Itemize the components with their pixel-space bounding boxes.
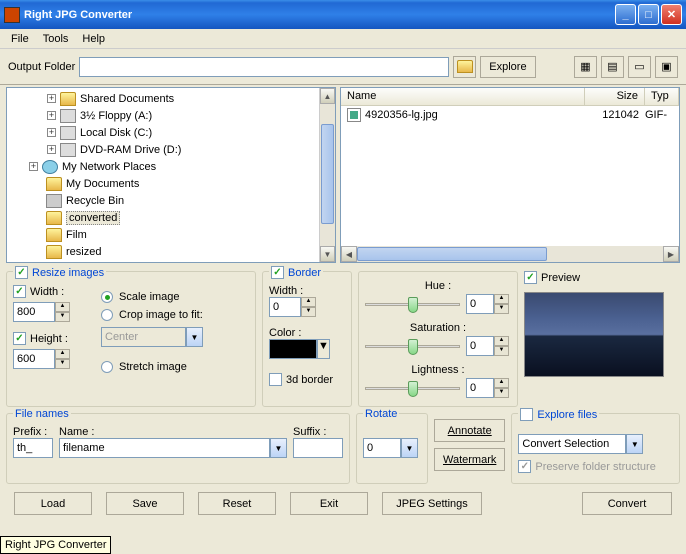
- saturation-value[interactable]: ▲▼: [466, 336, 509, 356]
- border-width-input[interactable]: ▲▼: [269, 297, 345, 317]
- tree-scrollbar[interactable]: ▲ ▼: [319, 88, 335, 262]
- tooltip: Right JPG Converter: [0, 536, 111, 554]
- net-icon: [42, 160, 58, 174]
- filenames-group: File names Prefix : Name :▼ Suffix :: [6, 413, 350, 484]
- list-header: Name Size Typ: [341, 88, 679, 106]
- col-size[interactable]: Size: [585, 88, 645, 105]
- drive-icon: [60, 143, 76, 157]
- exit-button[interactable]: Exit: [290, 492, 368, 515]
- view-mode-4[interactable]: ▣: [655, 56, 678, 78]
- app-icon: [4, 7, 20, 23]
- watermark-button[interactable]: Watermark: [434, 448, 505, 471]
- file-type: GIF-: [639, 109, 673, 121]
- height-checkbox[interactable]: ✓: [13, 332, 26, 345]
- tree-item[interactable]: +TRADOS.Freelance.v7.1-SHOCK: [7, 260, 319, 262]
- image-file-icon: [347, 108, 361, 122]
- list-row[interactable]: 4920356-lg.jpg 121042 GIF-: [341, 106, 679, 124]
- 3d-border-checkbox[interactable]: [269, 373, 282, 386]
- browse-folder-button[interactable]: [453, 56, 476, 78]
- preserve-structure-checkbox: ✓: [518, 460, 531, 473]
- load-button[interactable]: Load: [14, 492, 92, 515]
- col-type[interactable]: Typ: [645, 88, 679, 105]
- folder-icon: [46, 245, 62, 259]
- resize-checkbox[interactable]: ✓: [15, 266, 28, 279]
- title-bar: Right JPG Converter _ □ ✕: [0, 0, 686, 29]
- menu-help[interactable]: Help: [75, 31, 112, 47]
- width-input[interactable]: ▲▼: [13, 302, 93, 322]
- folder-icon: [46, 228, 62, 242]
- tree-item[interactable]: +Shared Documents: [7, 90, 319, 107]
- toolbar: Output Folder Explore ▦ ▤ ▭ ▣: [0, 49, 686, 85]
- folder-icon: [46, 177, 62, 191]
- tree-item[interactable]: resized: [7, 243, 319, 260]
- bottom-bar: Load Save Reset Exit JPEG Settings Conve…: [0, 484, 686, 523]
- suffix-input[interactable]: [293, 438, 343, 458]
- crop-radio[interactable]: Crop image to fit:: [101, 309, 203, 321]
- border-group: ✓Border Width : ▲▼ Color : ▼ 3d border: [262, 271, 352, 407]
- tree-item[interactable]: +DVD-RAM Drive (D:): [7, 141, 319, 158]
- explore-files-checkbox[interactable]: [520, 408, 533, 421]
- col-name[interactable]: Name: [341, 88, 585, 105]
- preview-checkbox[interactable]: ✓: [524, 271, 537, 284]
- convert-button[interactable]: Convert: [582, 492, 672, 515]
- tree-item[interactable]: Film: [7, 226, 319, 243]
- prefix-input[interactable]: [13, 438, 53, 458]
- name-combo[interactable]: ▼: [59, 438, 287, 458]
- explore-button[interactable]: Explore: [480, 56, 535, 78]
- menu-file[interactable]: File: [4, 31, 36, 47]
- tree-item[interactable]: My Documents: [7, 175, 319, 192]
- height-input[interactable]: ▲▼: [13, 349, 93, 369]
- window-title: Right JPG Converter: [24, 9, 615, 21]
- view-mode-1[interactable]: ▦: [574, 56, 597, 78]
- drive-icon: [60, 126, 76, 140]
- output-folder-label: Output Folder: [8, 61, 75, 73]
- tree-item[interactable]: +3½ Floppy (A:): [7, 107, 319, 124]
- file-name: 4920356-lg.jpg: [365, 109, 579, 121]
- lightness-value[interactable]: ▲▼: [466, 378, 509, 398]
- folder-icon: [60, 92, 76, 106]
- annotate-button[interactable]: Annotate: [434, 419, 505, 442]
- hue-slider[interactable]: [365, 294, 460, 314]
- preview-group: ✓Preview: [524, 271, 680, 407]
- rotate-group: Rotate ▼: [356, 413, 428, 484]
- save-button[interactable]: Save: [106, 492, 184, 515]
- explore-files-group: Explore files ▼ ✓Preserve folder structu…: [511, 413, 680, 484]
- reset-button[interactable]: Reset: [198, 492, 276, 515]
- border-color-picker[interactable]: ▼: [269, 339, 345, 359]
- minimize-button[interactable]: _: [615, 4, 636, 25]
- view-mode-2[interactable]: ▤: [601, 56, 624, 78]
- tree-item[interactable]: converted: [7, 209, 319, 226]
- width-checkbox[interactable]: ✓: [13, 285, 26, 298]
- tree-item[interactable]: +My Network Places: [7, 158, 319, 175]
- border-checkbox[interactable]: ✓: [271, 266, 284, 279]
- menu-bar: File Tools Help: [0, 29, 686, 49]
- stretch-radio[interactable]: Stretch image: [101, 361, 203, 373]
- menu-tools[interactable]: Tools: [36, 31, 76, 47]
- file-size: 121042: [579, 109, 639, 121]
- preview-image: [524, 292, 664, 377]
- rotate-combo[interactable]: ▼: [363, 438, 421, 458]
- tree-item[interactable]: +Local Disk (C:): [7, 124, 319, 141]
- folder-icon: [42, 262, 58, 263]
- drive-icon: [60, 109, 76, 123]
- tree-item[interactable]: Recycle Bin: [7, 192, 319, 209]
- maximize-button[interactable]: □: [638, 4, 659, 25]
- scale-radio[interactable]: Scale image: [101, 291, 203, 303]
- folder-tree[interactable]: +Shared Documents+3½ Floppy (A:)+Local D…: [6, 87, 336, 263]
- adjust-group: Hue : ▲▼ Saturation : ▲▼ Lightness : ▲▼: [358, 271, 518, 407]
- lightness-slider[interactable]: [365, 378, 460, 398]
- saturation-slider[interactable]: [365, 336, 460, 356]
- view-mode-3[interactable]: ▭: [628, 56, 651, 78]
- output-folder-input[interactable]: [79, 57, 449, 77]
- crop-anchor-combo: ▼: [101, 327, 203, 347]
- list-scrollbar-h[interactable]: ◀ ▶: [341, 246, 679, 262]
- bin-icon: [46, 194, 62, 208]
- file-list[interactable]: Name Size Typ 4920356-lg.jpg 121042 GIF-…: [340, 87, 680, 263]
- convert-selection-combo[interactable]: ▼: [518, 434, 673, 454]
- hue-value[interactable]: ▲▼: [466, 294, 509, 314]
- folder-icon: [46, 211, 62, 225]
- jpeg-settings-button[interactable]: JPEG Settings: [382, 492, 482, 515]
- resize-group: ✓Resize images ✓Width : ▲▼ ✓Height : ▲▼ …: [6, 271, 256, 407]
- close-button[interactable]: ✕: [661, 4, 682, 25]
